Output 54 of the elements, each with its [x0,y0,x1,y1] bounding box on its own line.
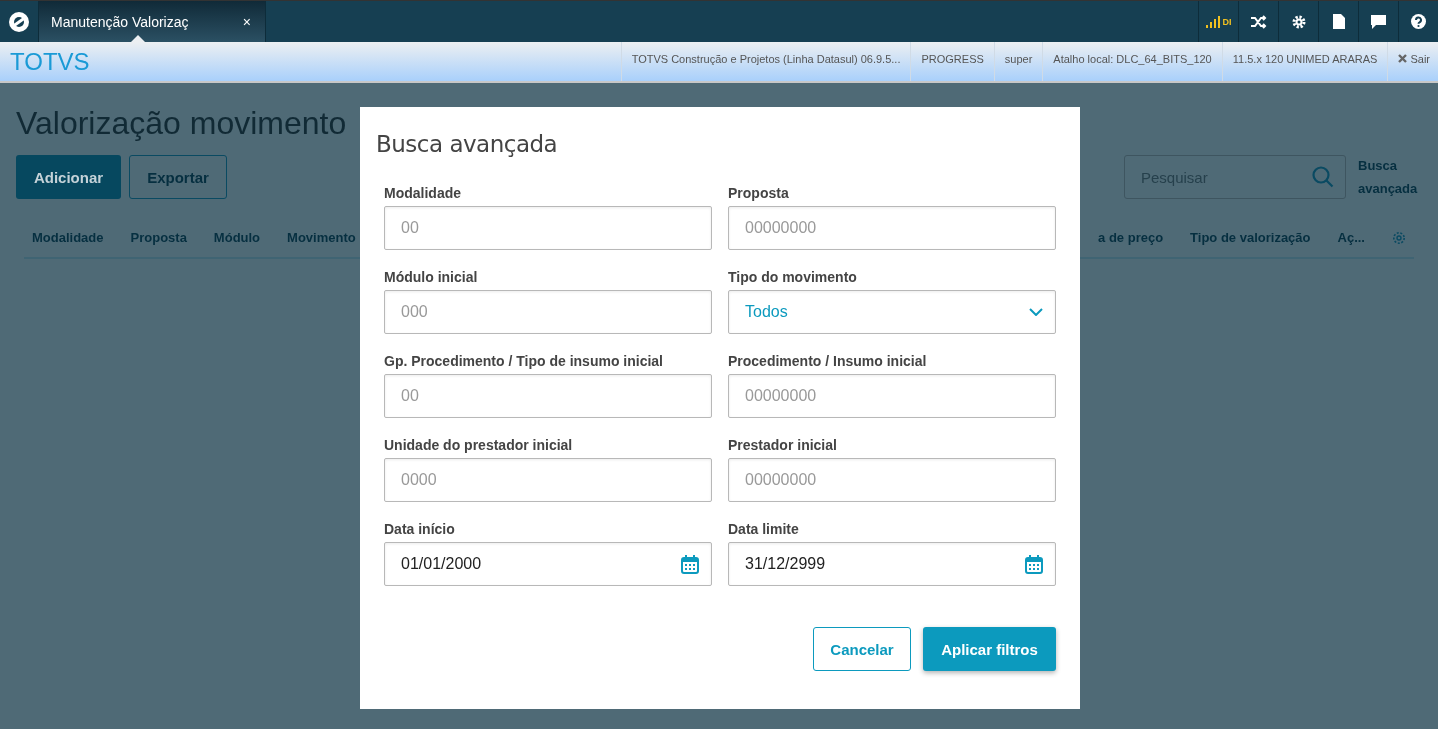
cancel-button[interactable]: Cancelar [813,627,911,671]
field-label: Modalidade [384,185,462,203]
input-field[interactable]: 0000 [384,458,712,502]
session-info: 11.5.x 120 UNIMED ARARAS [1221,42,1388,81]
column-header[interactable]: Modalidade [32,230,104,245]
date-field[interactable]: 31/12/2999 [728,542,1056,586]
input-field[interactable]: 000 [384,290,712,334]
input-field[interactable]: 00000000 [728,374,1056,418]
shuffle-icon[interactable] [1250,14,1267,29]
close-icon[interactable]: × [242,13,251,30]
column-header[interactable]: Módulo [213,230,261,245]
field-label: Unidade do prestador inicial [384,437,574,455]
field-label: Proposta [728,185,790,203]
connection-label: DI [1222,16,1232,27]
column-header[interactable]: Proposta [130,230,187,245]
session-info: PROGRESS [910,42,994,81]
logout-button[interactable]: Sair [1387,42,1438,81]
window-tab[interactable]: Manutenção Valorizaç × [39,1,266,42]
calendar-icon[interactable] [681,554,699,574]
help-icon[interactable] [1411,14,1426,29]
date-field[interactable]: 01/01/2000 [384,542,712,586]
input-field[interactable]: 00 [384,374,712,418]
input-field[interactable]: 00000000 [728,206,1056,250]
chevron-down-icon [1029,308,1043,316]
document-icon[interactable] [1332,14,1345,29]
field-label: Data início [384,521,456,539]
advanced-search-link[interactable]: Busca avançada [1358,154,1422,200]
column-header[interactable]: Aç... [1337,230,1365,245]
chat-icon[interactable] [1371,14,1386,29]
logo-icon [8,10,30,33]
column-header[interactable]: a de preço [1098,230,1164,245]
input-field[interactable]: 00 [384,206,712,250]
apply-button[interactable]: Aplicar filtros [923,627,1056,671]
add-button[interactable]: Adicionar [16,155,121,199]
field-label: Procedimento / Insumo inicial [728,353,928,371]
brand-logo: TOTVS [9,46,91,77]
field-label: Tipo do movimento [728,269,858,287]
input-field[interactable]: 00000000 [728,458,1056,502]
field-label: Módulo inicial [384,269,479,287]
dialog-title: Busca avançada [376,131,559,157]
signal-icon [1205,15,1220,28]
session-info: TOTVS Construção e Projetos (Linha Datasul) 06.9.5... [620,42,911,81]
column-header[interactable]: Tipo de valorização [1190,230,1311,245]
calendar-icon[interactable] [1025,554,1043,574]
field-label: Gp. Procedimento / Tipo de insumo inicial [384,353,664,371]
export-button[interactable]: Exportar [129,155,227,199]
field-label: Data limite [728,521,800,539]
session-info: Atalho local: DLC_64_BITS_120 [1042,42,1222,81]
field-label: Prestador inicial [728,437,838,455]
close-icon [1398,54,1408,63]
page-title: Valorização movimento [16,105,347,142]
session-info: super [993,42,1043,81]
column-header[interactable]: Movimento [287,230,356,245]
select-field[interactable]: Todos [728,290,1056,334]
